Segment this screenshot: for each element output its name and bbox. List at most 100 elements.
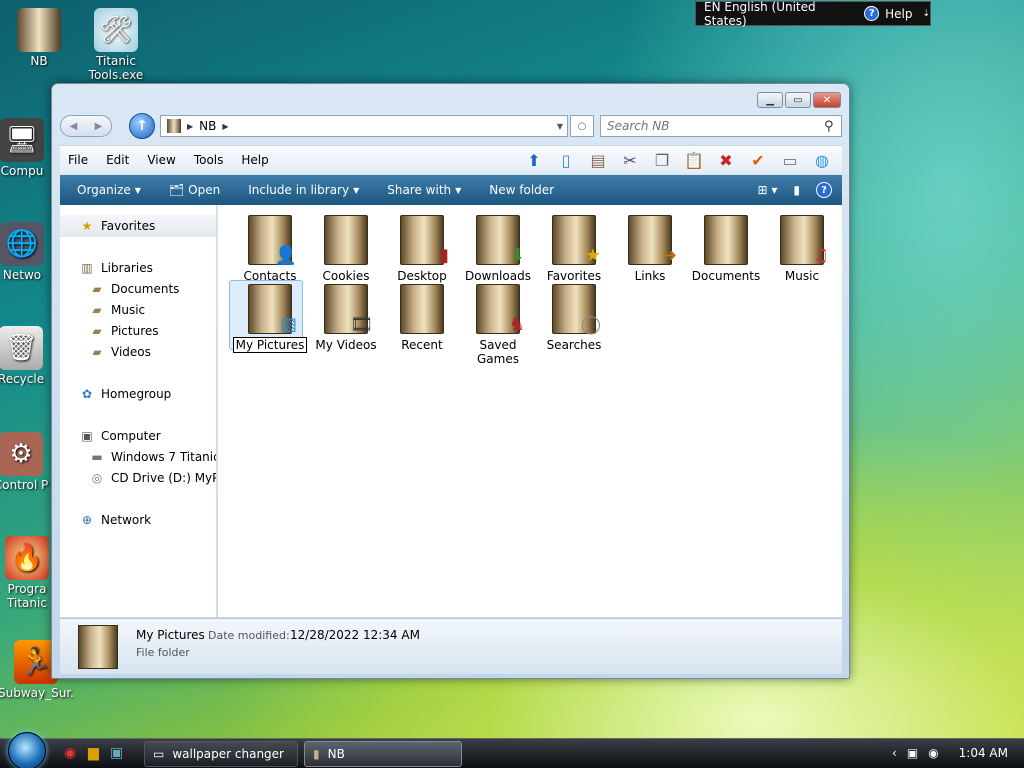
folder-label: My Videos: [315, 338, 377, 352]
copy-icon[interactable]: ❐: [650, 149, 674, 171]
folder-downloads[interactable]: ⬇ Downloads: [459, 215, 537, 283]
forward-arrow-icon[interactable]: ▶: [95, 121, 103, 132]
language-bar[interactable]: EN English (United States) ? Help ⇣: [695, 0, 931, 28]
quicklaunch-ie-icon[interactable]: ◉: [64, 745, 76, 761]
views-icon[interactable]: ▤: [586, 149, 610, 171]
language-label[interactable]: EN English (United States): [704, 0, 858, 28]
desktop-icon-control-panel[interactable]: ⚙ Control P: [0, 432, 52, 492]
langbar-options-icon[interactable]: ⇣: [922, 9, 930, 19]
preview-pane-icon[interactable]: ▯: [554, 149, 578, 171]
folder-music[interactable]: ♫ Music: [763, 215, 841, 283]
folder-my-videos[interactable]: 🎞 My Videos: [307, 284, 385, 352]
checkmark-icon[interactable]: ✔: [746, 149, 770, 171]
quicklaunch-desktop-icon[interactable]: ▣: [110, 745, 123, 761]
folder-icon: 👤: [248, 215, 297, 266]
menu-edit[interactable]: Edit: [106, 153, 129, 167]
breadcrumb-separator-icon[interactable]: ▶: [222, 122, 228, 131]
up-button[interactable]: ↑: [129, 113, 155, 139]
clock[interactable]: 1:04 AM: [959, 746, 1008, 760]
navigation-pane: ★ Favorites ▥ Libraries ▰ Documents ▰ Mu…: [60, 205, 217, 617]
nav-library-music[interactable]: ▰ Music: [89, 302, 145, 318]
star-icon: ★: [81, 219, 93, 233]
menu-help[interactable]: Help: [241, 153, 268, 167]
up-arrow-icon[interactable]: ⬆: [522, 149, 546, 171]
folder-my-pictures[interactable]: ▧ My Pictures: [229, 280, 309, 353]
change-view-icon[interactable]: ⊞ ▾: [757, 183, 777, 197]
nav-drive-d[interactable]: ◎ CD Drive (D:) MyPal: [89, 470, 216, 486]
help-label[interactable]: Help: [885, 7, 912, 21]
nav-computer[interactable]: ▣ Computer: [79, 428, 160, 444]
folder-saved-games[interactable]: ♞ Saved Games: [459, 284, 537, 366]
address-bar[interactable]: ▶ NB ▶ ▼: [160, 115, 568, 137]
properties-icon[interactable]: ▭: [778, 149, 802, 171]
flame-icon: 🔥: [5, 536, 49, 580]
nav-library-videos[interactable]: ▰ Videos: [89, 344, 151, 360]
cut-icon[interactable]: ✂: [618, 149, 642, 171]
desktop-icon-recycle[interactable]: 🗑 Recycle: [0, 326, 52, 386]
folder-label: Saved Games: [477, 338, 519, 366]
breadcrumb-nb[interactable]: NB: [199, 119, 216, 133]
chevron-down-icon[interactable]: ▼: [557, 122, 563, 131]
volume-icon[interactable]: ◉: [928, 746, 938, 760]
menu-file[interactable]: File: [68, 153, 88, 167]
homegroup-icon: ✿: [81, 387, 93, 401]
help-icon[interactable]: ?: [816, 182, 832, 198]
nav-library-documents[interactable]: ▰ Documents: [89, 281, 179, 297]
tools-icon: 🛠: [94, 8, 138, 52]
folder-contacts[interactable]: 👤 Contacts: [231, 215, 309, 283]
help-icon[interactable]: ?: [864, 6, 880, 21]
desktop-icon-nb[interactable]: NB: [1, 8, 77, 68]
network-icon: ⊕: [81, 513, 93, 527]
paste-icon[interactable]: 📋: [682, 149, 706, 171]
open-button[interactable]: 🗂 Open: [169, 183, 220, 197]
back-arrow-icon[interactable]: ◀: [70, 121, 78, 132]
new-folder-button[interactable]: New folder: [489, 183, 554, 197]
share-with-button[interactable]: Share with ▼: [387, 183, 461, 197]
file-list[interactable]: 👤 Contacts Cookies ▮ Desktop ⬇ Downloads…: [218, 205, 842, 617]
taskbar-button-wallpaper-changer[interactable]: ▭ wallpaper changer: [144, 741, 298, 767]
window-icon: ▭: [153, 747, 165, 761]
taskbar-button-nb[interactable]: ▮ NB: [304, 741, 462, 767]
folder-cookies[interactable]: Cookies: [307, 215, 385, 283]
folder-label: Music: [784, 269, 820, 283]
search-input[interactable]: [600, 115, 842, 137]
folder-favorites[interactable]: ★ Favorites: [535, 215, 613, 283]
folder-links[interactable]: ➜ Links: [611, 215, 689, 283]
network-tray-icon[interactable]: ▣: [907, 746, 918, 760]
menu-view[interactable]: View: [147, 153, 175, 167]
desktop-icon-titanic-tools[interactable]: 🛠 Titanic Tools.exe: [78, 8, 154, 84]
folder-label-edit[interactable]: My Pictures: [232, 337, 308, 353]
refresh-button[interactable]: ○: [570, 115, 594, 137]
system-tray: ‹ ▣ ◉ 1:04 AM: [892, 746, 1008, 760]
folder-recent[interactable]: Recent: [383, 284, 461, 352]
folder-desktop[interactable]: ▮ Desktop: [383, 215, 461, 283]
breadcrumb-separator-icon[interactable]: ▶: [187, 122, 193, 131]
folder-searches[interactable]: ◯ Searches: [535, 284, 613, 352]
quicklaunch-folder-icon[interactable]: ▆: [88, 745, 99, 761]
nav-label: CD Drive (D:) MyPal: [111, 471, 216, 485]
close-button[interactable]: ✕: [813, 92, 841, 108]
include-in-library-button[interactable]: Include in library ▼: [248, 183, 359, 197]
show-hidden-icons-icon[interactable]: ‹: [892, 746, 897, 760]
desktop-icon-computer[interactable]: 🖥 Compu: [0, 118, 52, 178]
search-icon[interactable]: ⚲: [824, 119, 834, 134]
nav-favorites[interactable]: ★ Favorites: [79, 218, 156, 234]
delete-icon[interactable]: ✖: [714, 149, 738, 171]
nav-libraries[interactable]: ▥ Libraries: [79, 260, 153, 276]
menu-tools[interactable]: Tools: [194, 153, 224, 167]
desktop-icon-network[interactable]: 🌐 Netwo: [0, 222, 52, 282]
globe-icon[interactable]: ◍: [810, 149, 834, 171]
start-button[interactable]: [8, 732, 46, 768]
star-icon: ★: [584, 245, 601, 266]
nav-network[interactable]: ⊕ Network: [79, 512, 151, 528]
desktop-icon-label: Compu: [0, 164, 44, 178]
maximize-button[interactable]: ▭: [785, 92, 811, 108]
nav-drive-c[interactable]: ▬ Windows 7 Titanic E: [89, 449, 216, 465]
folder-documents[interactable]: Documents: [687, 215, 765, 283]
nav-homegroup[interactable]: ✿ Homegroup: [79, 386, 171, 402]
chevron-down-icon: ▼: [353, 185, 360, 195]
nav-library-pictures[interactable]: ▰ Pictures: [89, 323, 158, 339]
preview-pane-toggle-icon[interactable]: ▮: [793, 183, 800, 197]
minimize-button[interactable]: ▁: [757, 92, 783, 108]
organize-button[interactable]: Organize ▼: [77, 183, 141, 197]
